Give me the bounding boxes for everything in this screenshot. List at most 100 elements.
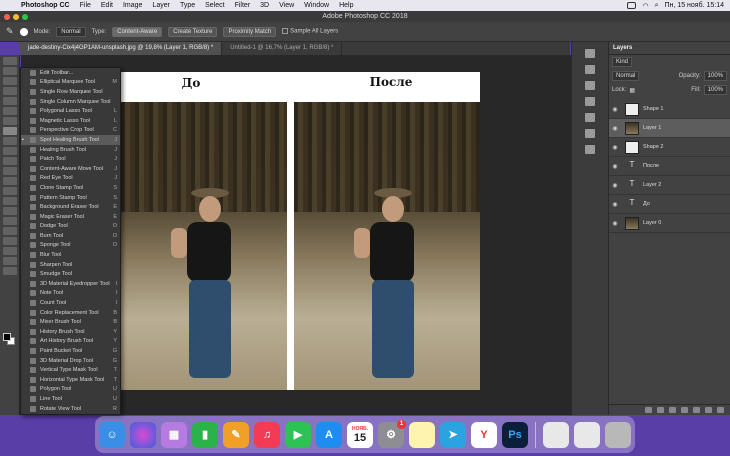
clock-text[interactable]: Пн, 15 нояб. 15:14 bbox=[665, 2, 724, 9]
tool-menu-item[interactable]: History Brush Tool Y bbox=[21, 327, 120, 337]
history-brush-tool-icon[interactable] bbox=[3, 157, 17, 165]
tool-menu-item[interactable]: Note Tool I bbox=[21, 289, 120, 299]
tool-menu-item[interactable]: Magic Eraser Tool E bbox=[21, 212, 120, 222]
adjustments-panel-icon[interactable] bbox=[585, 65, 595, 74]
new-layer-icon[interactable] bbox=[705, 407, 712, 413]
tab-untitled-1[interactable]: Untitled-1 @ 16,7% (Layer 1, RGB/8) * bbox=[222, 42, 343, 55]
visibility-eye-icon[interactable]: ◉ bbox=[609, 220, 621, 227]
quick-selection-tool-icon[interactable] bbox=[3, 87, 17, 95]
menu-help[interactable]: Help bbox=[334, 2, 358, 9]
fill-input[interactable]: 100% bbox=[703, 85, 727, 95]
spot-healing-brush-icon[interactable]: ✎ bbox=[6, 26, 14, 37]
tool-menu-item[interactable]: Perspective Crop Tool C bbox=[21, 126, 120, 136]
tool-menu-item[interactable]: Count Tool I bbox=[21, 298, 120, 308]
tool-menu-item[interactable]: Pattern Stamp Tool S bbox=[21, 193, 120, 203]
adjustment-layer-icon[interactable] bbox=[681, 407, 688, 413]
tool-menu-item[interactable]: Elliptical Marquee Tool M bbox=[21, 78, 120, 88]
layer-row[interactable]: ◉ Shape 2 bbox=[609, 138, 730, 157]
mode-select[interactable]: Normal bbox=[56, 26, 86, 37]
tool-menu-item[interactable]: Patch Tool J bbox=[21, 154, 120, 164]
tool-menu-item[interactable]: Paint Bucket Tool G bbox=[21, 346, 120, 356]
calendar-icon[interactable]: НОЯБ. 15 bbox=[347, 421, 373, 448]
tool-menu-item[interactable]: Horizontal Type Mask Tool T bbox=[21, 375, 120, 385]
notes-icon[interactable] bbox=[409, 421, 435, 448]
healing-tool-icon[interactable] bbox=[3, 127, 17, 135]
document-canvas[interactable]: До После bbox=[121, 72, 480, 390]
facetime-icon[interactable]: ▶ bbox=[285, 421, 311, 448]
tool-menu-item[interactable]: Art History Brush Tool Y bbox=[21, 337, 120, 347]
properties-panel-icon[interactable] bbox=[585, 81, 595, 90]
finder-icon[interactable]: ☺ bbox=[99, 421, 125, 448]
layer-mask-icon[interactable] bbox=[669, 407, 676, 413]
rectangle-tool-icon[interactable] bbox=[3, 237, 17, 245]
battery-icon[interactable] bbox=[627, 2, 637, 9]
search-icon[interactable]: ⌕ bbox=[655, 2, 659, 10]
visibility-eye-icon[interactable]: ◉ bbox=[609, 182, 621, 189]
app-store-icon[interactable]: A bbox=[316, 421, 342, 448]
history-panel-icon[interactable] bbox=[585, 49, 595, 58]
type-tool-icon[interactable] bbox=[3, 217, 17, 225]
menu-3d[interactable]: 3D bbox=[255, 2, 274, 9]
path-selection-tool-icon[interactable] bbox=[3, 227, 17, 235]
delete-layer-icon[interactable] bbox=[717, 407, 724, 413]
visibility-eye-icon[interactable]: ◉ bbox=[609, 125, 621, 132]
menu-view[interactable]: View bbox=[274, 2, 299, 9]
tool-menu-item[interactable]: Rotate View Tool R bbox=[21, 404, 120, 414]
move-tool-icon[interactable] bbox=[3, 57, 17, 65]
menu-edit[interactable]: Edit bbox=[96, 2, 118, 9]
tool-menu-item[interactable]: Vertical Type Mask Tool T bbox=[21, 365, 120, 375]
app-menu[interactable]: Photoshop CC bbox=[16, 2, 75, 9]
tool-menu-item[interactable]: Mixer Brush Tool B bbox=[21, 317, 120, 327]
menu-filter[interactable]: Filter bbox=[230, 2, 256, 9]
tool-menu-item[interactable]: Red Eye Tool J bbox=[21, 174, 120, 184]
lock-icon[interactable]: ▦ bbox=[629, 87, 635, 94]
blur-tool-icon[interactable] bbox=[3, 187, 17, 195]
tool-menu-item[interactable]: 3D Material Drop Tool G bbox=[21, 356, 120, 366]
document-thumbnail-icon[interactable] bbox=[543, 421, 569, 448]
character-panel-icon[interactable] bbox=[585, 97, 595, 106]
tool-menu-item[interactable]: Dodge Tool O bbox=[21, 222, 120, 232]
yandex-browser-icon[interactable]: Y bbox=[471, 421, 497, 448]
tool-menu-item[interactable]: Polygon Tool U bbox=[21, 385, 120, 395]
layer-style-icon[interactable] bbox=[657, 407, 664, 413]
menu-layer[interactable]: Layer bbox=[147, 2, 175, 9]
tool-menu-item[interactable]: Sponge Tool O bbox=[21, 241, 120, 251]
tool-menu-item[interactable]: Blur Tool bbox=[21, 250, 120, 260]
downloads-stack-icon[interactable] bbox=[574, 421, 600, 448]
tool-menu-item[interactable]: 3D Material Eyedropper Tool I bbox=[21, 279, 120, 289]
brush-preset-picker[interactable] bbox=[19, 27, 28, 36]
tool-menu-item[interactable]: Smudge Tool bbox=[21, 269, 120, 279]
tool-menu-item[interactable]: Healing Brush Tool J bbox=[21, 145, 120, 155]
stamp-tool-icon[interactable] bbox=[3, 147, 17, 155]
layers-panel-title[interactable]: Layers bbox=[609, 42, 730, 55]
photoshop-dock-icon[interactable]: Ps bbox=[502, 421, 528, 448]
link-layers-icon[interactable] bbox=[645, 407, 652, 413]
trash-icon[interactable] bbox=[605, 421, 631, 448]
opacity-input[interactable]: 100% bbox=[703, 71, 727, 81]
layer-row[interactable]: ◉ T До bbox=[609, 195, 730, 214]
tool-menu-item[interactable]: Single Column Marquee Tool bbox=[21, 97, 120, 107]
lasso-tool-icon[interactable] bbox=[3, 77, 17, 85]
eyedropper-tool-icon[interactable] bbox=[3, 117, 17, 125]
tool-menu-item[interactable]: Single Row Marquee Tool bbox=[21, 87, 120, 97]
filter-kind-select[interactable]: Kind bbox=[612, 57, 633, 67]
pages-icon[interactable]: ✎ bbox=[223, 421, 249, 448]
tool-menu-item[interactable]: Background Eraser Tool E bbox=[21, 202, 120, 212]
tool-menu-item[interactable]: Polygonal Lasso Tool L bbox=[21, 106, 120, 116]
tab-jade-destiny[interactable]: jade-destiny-Cix4j4GP1AM-unsplash.jpg @ … bbox=[20, 42, 223, 55]
music-icon[interactable]: ♫ bbox=[254, 421, 280, 448]
wifi-icon[interactable]: ◠ bbox=[642, 2, 648, 10]
visibility-eye-icon[interactable]: ◉ bbox=[609, 144, 621, 151]
content-aware-button[interactable]: Content-Aware bbox=[112, 26, 163, 37]
tool-menu-item[interactable]: Edit Toolbar... bbox=[21, 68, 120, 78]
foreground-color-swatch[interactable] bbox=[3, 333, 11, 341]
create-texture-button[interactable]: Create Texture bbox=[168, 26, 218, 37]
layer-row[interactable]: ◉ Shape 1 bbox=[609, 100, 730, 119]
layer-row[interactable]: ◉ Layer 1 bbox=[609, 119, 730, 138]
marquee-tool-icon[interactable] bbox=[3, 67, 17, 75]
siri-icon[interactable] bbox=[130, 421, 156, 448]
telegram-icon[interactable]: ➤ bbox=[440, 421, 466, 448]
tool-menu-item[interactable]: Clone Stamp Tool S bbox=[21, 183, 120, 193]
pen-tool-icon[interactable] bbox=[3, 207, 17, 215]
hand-tool-icon[interactable] bbox=[3, 247, 17, 255]
